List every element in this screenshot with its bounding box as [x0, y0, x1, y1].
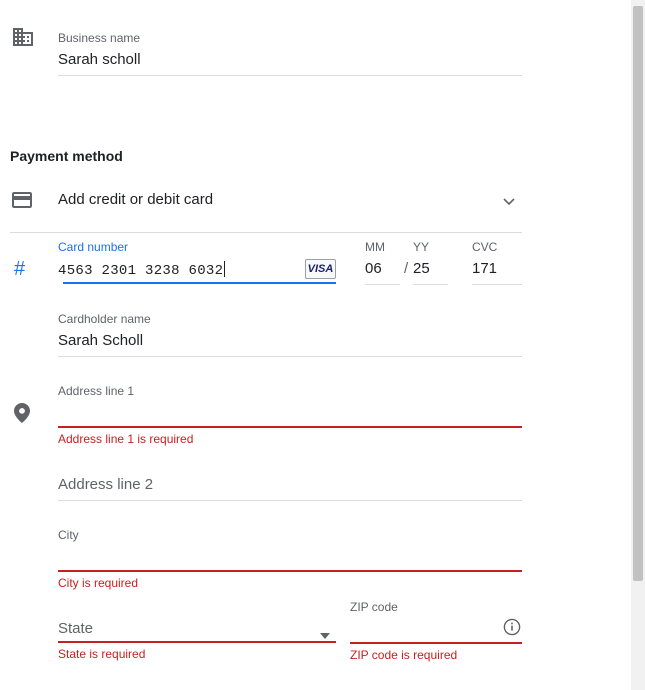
mm-label: MM: [365, 240, 385, 254]
expiry-slash: /: [404, 260, 409, 277]
add-card-divider: [10, 232, 522, 233]
cardholder-name-underline: [58, 356, 522, 357]
city-input[interactable]: [58, 547, 522, 569]
visa-logo-icon: VISA: [305, 259, 336, 279]
address-line1-input[interactable]: [58, 403, 522, 425]
cardholder-name-input[interactable]: Sarah Scholl: [58, 332, 522, 352]
yy-label: YY: [413, 240, 430, 254]
building-icon: [12, 27, 34, 52]
cvc-underline: [472, 284, 522, 285]
state-underline: [58, 641, 336, 643]
yy-input[interactable]: 25: [413, 260, 448, 280]
payment-method-heading: Payment method: [10, 148, 123, 164]
cardholder-name-label: Cardholder name: [58, 312, 151, 326]
zip-code-error: ZIP code is required: [350, 648, 458, 662]
address-line2-underline: [58, 500, 522, 501]
business-name-input[interactable]: Sarah scholl: [58, 51, 522, 73]
business-name-underline: [58, 75, 522, 76]
address-line1-label: Address line 1: [58, 384, 135, 398]
cvc-input[interactable]: 171: [472, 260, 522, 280]
mm-input[interactable]: 06: [365, 260, 400, 280]
address-line2-input[interactable]: Address line 2: [58, 476, 522, 498]
cvc-label: CVC: [472, 240, 498, 254]
card-number-underline: [63, 282, 336, 284]
zip-code-input[interactable]: [350, 619, 495, 641]
chevron-down-icon[interactable]: [502, 194, 516, 212]
state-placeholder: State: [58, 620, 94, 637]
zip-code-label: ZIP code: [350, 600, 398, 614]
business-name-label: Business name: [58, 31, 141, 45]
yy-underline: [413, 284, 448, 285]
city-underline: [58, 570, 522, 572]
credit-card-icon: [11, 191, 33, 214]
state-error: State is required: [58, 647, 146, 661]
address-line1-underline: [58, 426, 522, 428]
state-select[interactable]: State: [58, 616, 336, 642]
city-error: City is required: [58, 576, 139, 590]
mm-underline: [365, 284, 400, 285]
scrollbar-thumb[interactable]: [633, 6, 643, 581]
card-number-value: 4563 2301 3238 6032: [58, 263, 224, 279]
address-line1-error: Address line 1 is required: [58, 432, 194, 446]
city-label: City: [58, 528, 79, 542]
hash-icon: #: [14, 258, 26, 280]
zip-code-underline: [350, 642, 522, 644]
text-caret: [224, 261, 226, 277]
info-icon[interactable]: [503, 618, 521, 641]
card-number-input[interactable]: 4563 2301 3238 6032: [58, 261, 298, 281]
location-pin-icon: [14, 403, 30, 428]
add-card-row[interactable]: Add credit or debit card: [10, 180, 522, 220]
card-number-label: Card number: [58, 240, 129, 254]
add-card-label: Add credit or debit card: [58, 191, 214, 208]
